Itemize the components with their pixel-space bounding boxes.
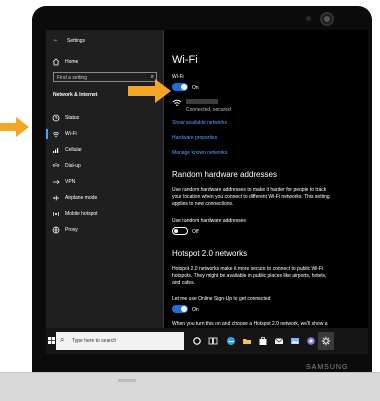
sidebar-home-label: Home	[65, 59, 79, 65]
online-signup-toggle[interactable]	[172, 305, 188, 313]
sidebar-item-dialup[interactable]: Dial-up	[46, 158, 164, 174]
callout-arrow-icon	[128, 79, 171, 103]
task-view-icon[interactable]	[208, 336, 218, 346]
wifi-signal-icon	[172, 99, 182, 106]
vpn-icon	[53, 180, 60, 184]
taskbar: ⌕ Type here to search	[46, 328, 368, 354]
store-icon[interactable]	[258, 336, 268, 346]
online-signup-state: On	[192, 307, 199, 313]
back-arrow-icon[interactable]: ←	[53, 37, 59, 43]
random-hw-toggle-label: Use random hardware addresses	[172, 218, 246, 224]
hotspot2-footnote: When you turn this on and choose a Hotsp…	[172, 321, 328, 327]
hotspot2-desc: and cafes.	[172, 280, 196, 286]
sidebar-item-status[interactable]: Status	[46, 110, 164, 126]
random-hw-desc: your location when you connect to differ…	[172, 194, 330, 200]
laptop-base	[0, 372, 380, 401]
wifi-toggle-label: Wi-Fi	[172, 74, 184, 80]
photos-icon[interactable]	[290, 336, 300, 346]
search-placeholder: Find a setting	[57, 75, 88, 81]
file-explorer-icon[interactable]	[242, 336, 252, 346]
sidebar-item-hotspot[interactable]: Mobile hotspot	[46, 206, 164, 222]
status-icon	[52, 114, 60, 122]
hotspot2-desc: Hotspot 2.0 networks make it more secure…	[172, 266, 324, 272]
online-signup-label: Let me use Online Sign-Up to get connect…	[172, 296, 271, 302]
page-title: Wi-Fi	[172, 54, 198, 66]
mail-icon[interactable]	[274, 336, 284, 346]
sidebar-item-label: Airplane mode	[65, 195, 98, 201]
wifi-settings-panel: Wi-Fi Wi-Fi On Connected, secured Show a…	[164, 30, 368, 328]
network-status: Connected, secured	[186, 107, 231, 113]
ambient-sensor	[306, 16, 311, 21]
sidebar-item-wifi[interactable]: Wi-Fi	[46, 126, 164, 142]
random-hw-toggle[interactable]	[172, 227, 188, 235]
settings-sidebar: ← Settings Home Find a setting ⌕ Network…	[46, 30, 164, 328]
cortana-icon[interactable]	[192, 336, 202, 346]
brand-logo: SAMSUNG	[306, 364, 349, 371]
random-hw-state: Off	[192, 229, 199, 235]
dialup-icon	[52, 163, 60, 167]
sidebar-item-cellular[interactable]: Cellular	[46, 142, 164, 158]
sidebar-item-label: VPN	[65, 179, 76, 185]
settings-gear-icon[interactable]	[321, 336, 331, 346]
manage-known-networks-link[interactable]: Manage known networks	[172, 150, 227, 156]
hotspot2-desc: hotspots. They might be available in pub…	[172, 273, 327, 279]
network-name-redacted	[186, 99, 218, 104]
taskbar-search-placeholder: Type here to search	[72, 338, 117, 344]
laptop-hinge	[118, 379, 136, 382]
taskbar-search[interactable]: ⌕ Type here to search	[56, 332, 184, 350]
app-circle-icon[interactable]	[306, 336, 316, 346]
home-icon	[52, 58, 60, 66]
sidebar-item-label: Proxy	[65, 227, 78, 233]
wifi-state: On	[192, 85, 199, 91]
search-icon: ⌕	[60, 335, 65, 344]
sidebar-item-label: Mobile hotspot	[65, 211, 98, 217]
hotspot-icon	[53, 211, 59, 217]
sidebar-item-vpn[interactable]: VPN	[46, 174, 164, 190]
wifi-toggle[interactable]	[172, 83, 188, 91]
airplane-icon	[53, 195, 59, 201]
random-hw-desc: applies to new connections.	[172, 201, 234, 207]
hardware-properties-link[interactable]: Hardware properties	[172, 135, 217, 141]
proxy-icon	[52, 226, 60, 234]
cellular-icon	[53, 148, 59, 153]
wifi-icon	[52, 131, 60, 138]
sidebar-item-label: Wi-Fi	[65, 131, 77, 137]
random-hw-desc: Use random hardware addresses to make it…	[172, 187, 327, 193]
section-title: Network & Internet	[53, 92, 98, 98]
hotspot2-title: Hotspot 2.0 networks	[172, 249, 248, 258]
start-icon[interactable]	[48, 337, 55, 344]
window-title: Settings	[67, 38, 86, 44]
sidebar-item-label: Status	[65, 115, 80, 121]
screen: ← Settings Home Find a setting ⌕ Network…	[46, 30, 368, 354]
sidebar-item-label: Dial-up	[65, 163, 81, 169]
sidebar-item-airplane[interactable]: Airplane mode	[46, 190, 164, 206]
sidebar-item-home[interactable]: Home	[46, 54, 164, 70]
sidebar-item-label: Cellular	[65, 147, 82, 153]
edge-browser-icon[interactable]	[226, 336, 236, 346]
callout-arrow-icon	[0, 117, 29, 137]
random-hw-title: Random hardware addresses	[172, 170, 277, 179]
webcam-lens	[324, 16, 330, 22]
show-available-networks-link[interactable]: Show available networks	[172, 120, 227, 126]
sidebar-item-proxy[interactable]: Proxy	[46, 222, 164, 238]
